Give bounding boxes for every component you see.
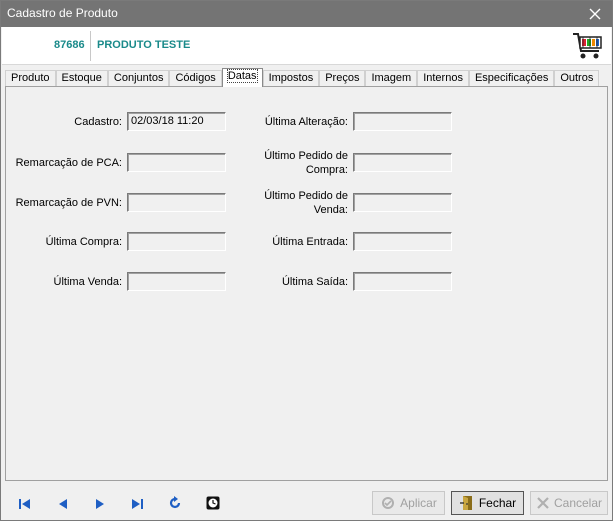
tab-precos[interactable]: Preços	[319, 70, 366, 87]
product-name: PRODUTO TESTE	[97, 39, 191, 51]
close-icon	[589, 8, 601, 20]
ultimo-pedido-compra-label-line1: Último Pedido de	[264, 150, 348, 162]
remarcacao-pvn-field[interactable]	[127, 193, 226, 212]
ultima-venda-label: Última Venda:	[53, 276, 122, 288]
window-title: Cadastro de Produto	[7, 6, 118, 20]
apply-button[interactable]: Aplicar	[372, 491, 445, 515]
cancel-button[interactable]: Cancelar	[530, 491, 608, 515]
ultima-saida-label: Última Saída:	[281, 276, 348, 288]
ultima-entrada-field[interactable]	[353, 232, 452, 251]
title-bar: Cadastro de Produto	[1, 1, 612, 27]
ultima-compra-label: Última Compra:	[45, 236, 122, 248]
tab-especificacoes[interactable]: Especificações	[468, 70, 555, 87]
cadastro-label: Cadastro:	[74, 116, 122, 128]
shopping-cart-icon	[573, 33, 602, 59]
refresh-icon[interactable]	[168, 496, 182, 510]
cancel-icon	[537, 497, 549, 509]
ultima-alteracao-field[interactable]	[353, 112, 452, 131]
datas-panel: Cadastro: 02/03/18 11:20 Remarcação de P…	[5, 86, 608, 481]
tab-datas[interactable]: Datas	[221, 68, 263, 87]
ultimo-pedido-compra-label-line2: Compra:	[305, 164, 348, 176]
tab-impostos[interactable]: Impostos	[262, 70, 320, 87]
ultima-compra-field[interactable]	[127, 232, 226, 251]
next-record-icon[interactable]	[93, 498, 107, 510]
tab-produto[interactable]: Produto	[5, 70, 56, 87]
close-window-button[interactable]	[578, 1, 612, 27]
tab-outros[interactable]: Outros	[554, 70, 600, 87]
remarcacao-pca-field[interactable]	[127, 153, 226, 172]
ultima-saida-field[interactable]	[353, 272, 452, 291]
ultima-entrada-label: Última Entrada:	[272, 236, 348, 248]
ultimo-pedido-venda-label-line2: Venda:	[313, 204, 348, 216]
remarcacao-pvn-label: Remarcação de PVN:	[15, 197, 122, 209]
ultimo-pedido-venda-label-line1: Último Pedido de	[264, 190, 348, 202]
tab-strip: Produto Estoque Conjuntos Códigos Datas …	[5, 68, 600, 87]
ultimo-pedido-venda-field[interactable]	[353, 193, 452, 212]
last-record-icon[interactable]	[130, 498, 144, 510]
close-label: Fechar	[478, 496, 517, 510]
product-header: 87686 PRODUTO TESTE	[2, 27, 611, 65]
bottom-toolbar: Aplicar Fechar Cancelar	[1, 484, 612, 520]
close-button[interactable]: Fechar	[451, 491, 524, 515]
remarcacao-pca-label: Remarcação de PCA:	[15, 157, 122, 169]
door-exit-icon	[459, 496, 472, 510]
header-divider	[90, 31, 91, 61]
history-clock-icon[interactable]	[206, 496, 220, 510]
tab-conjuntos[interactable]: Conjuntos	[107, 70, 170, 87]
tab-internos[interactable]: Internos	[417, 70, 469, 87]
ultima-venda-field[interactable]	[127, 272, 226, 291]
cadastro-field[interactable]: 02/03/18 11:20	[127, 112, 226, 131]
apply-label: Aplicar	[400, 496, 437, 510]
product-window: Cadastro de Produto 87686 PRODUTO TESTE …	[0, 0, 613, 521]
tab-estoque[interactable]: Estoque	[55, 70, 108, 87]
previous-record-icon[interactable]	[56, 498, 70, 510]
cancel-label: Cancelar	[553, 496, 603, 510]
tab-imagem[interactable]: Imagem	[365, 70, 418, 87]
ultima-alteracao-label: Última Alteração:	[264, 116, 348, 128]
first-record-icon[interactable]	[18, 498, 32, 510]
ultimo-pedido-compra-field[interactable]	[353, 153, 452, 172]
tab-codigos[interactable]: Códigos	[169, 70, 222, 87]
product-code: 87686	[54, 39, 85, 51]
apply-icon	[382, 497, 395, 509]
